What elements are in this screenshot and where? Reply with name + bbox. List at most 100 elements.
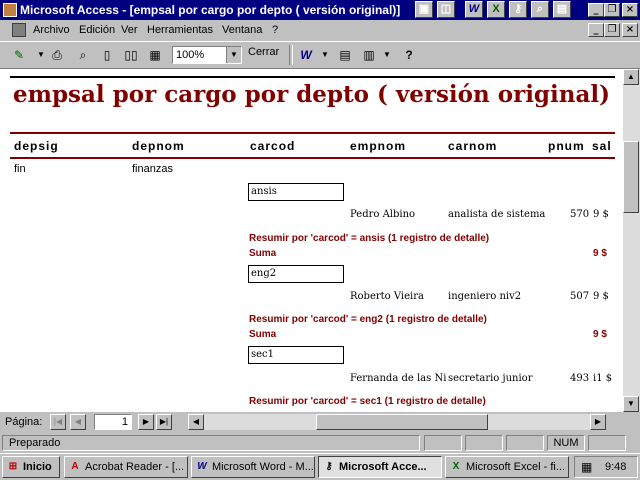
doc-close-button[interactable]: × — [622, 23, 638, 37]
detail-carnom: ingeniero niv2 — [448, 291, 522, 302]
group-summary: Resumir por 'carcod' = sec1 (1 registro … — [249, 396, 486, 407]
status-panel — [465, 435, 503, 451]
column-header-sal: sal — [592, 139, 612, 153]
restore-button[interactable]: ❐ — [604, 3, 620, 17]
find-shortcut-icon[interactable]: ⌕ — [531, 1, 549, 18]
excel-shortcut-icon[interactable]: X — [487, 1, 505, 18]
prev-page-icon[interactable]: ◀ — [70, 414, 86, 430]
task-label: Microsoft Acce... — [339, 461, 427, 473]
scroll-down-icon[interactable]: ▼ — [623, 396, 639, 412]
office-bar-icon[interactable]: ▣ — [415, 1, 433, 18]
task-acrobat[interactable]: A Acrobat Reader - [... — [64, 456, 188, 478]
header-rule-bottom — [10, 157, 615, 159]
clock[interactable]: 9:48 — [605, 461, 626, 473]
detail-sal: 9 $ — [593, 209, 609, 220]
key-icon: ⚷ — [325, 461, 333, 472]
task-label: Microsoft Word - M... — [212, 461, 314, 473]
sum-value: 9 $ — [593, 248, 607, 259]
menu-bar: Archivo Edición Ver Herramientas Ventana… — [0, 20, 640, 40]
record-navigation-bar: Página: |◀ ◀ 1 ▶ ▶| ◀ ▶ — [0, 412, 623, 432]
minimize-button[interactable]: _ — [588, 3, 604, 17]
first-page-icon[interactable]: |◀ — [50, 414, 66, 430]
windows-logo-icon: ⊞ — [8, 461, 18, 472]
detail-empnom: Roberto Vieira — [350, 291, 424, 302]
title-rule — [10, 76, 615, 78]
horizontal-scrollbar[interactable] — [204, 414, 590, 430]
detail-carnom: analista de sistema — [448, 209, 546, 220]
column-header-depsig: depsig — [14, 139, 59, 153]
sum-value: 9 $ — [593, 329, 607, 340]
last-page-icon[interactable]: ▶| — [156, 414, 172, 430]
chevron-down-icon[interactable]: ▼ — [226, 47, 241, 63]
menu-archivo[interactable]: Archivo — [33, 24, 70, 36]
scroll-thumb[interactable] — [623, 141, 639, 213]
vertical-scrollbar[interactable]: ▲ ▼ — [623, 69, 640, 412]
acrobat-icon: A — [71, 461, 79, 472]
zoom-icon[interactable]: ⌕ — [72, 45, 94, 65]
status-text: Preparado — [2, 435, 420, 451]
document-icon[interactable] — [12, 23, 26, 37]
next-page-icon[interactable]: ▶ — [138, 414, 154, 430]
report-title: empsal por cargo por depto ( versión ori… — [13, 81, 610, 108]
zoom-select[interactable]: 100% ▼ — [172, 46, 242, 64]
close-button[interactable]: × — [622, 3, 638, 17]
scroll-right-icon[interactable]: ▶ — [590, 414, 606, 430]
close-preview-button[interactable]: Cerrar — [248, 46, 279, 58]
detail-carnom: secretario junior — [448, 373, 533, 384]
dept-depnom: finanzas — [132, 163, 173, 175]
scroll-corner — [623, 412, 640, 432]
menu-edicion[interactable]: Edición — [79, 24, 115, 36]
sum-label: Suma — [249, 329, 277, 340]
menu-ventana[interactable]: Ventana — [222, 24, 262, 36]
dept-depsig: fin — [14, 163, 26, 175]
word-shortcut-icon[interactable]: W — [465, 1, 483, 18]
task-word[interactable]: W Microsoft Word - M... — [191, 456, 315, 478]
scroll-up-icon[interactable]: ▲ — [623, 69, 639, 85]
status-bar: Preparado NUM — [0, 433, 640, 453]
help-icon[interactable]: ? — [398, 45, 420, 65]
design-view-icon[interactable]: ✎ — [8, 45, 30, 65]
page-number-input[interactable]: 1 — [94, 414, 132, 430]
task-label: Acrobat Reader - [... — [85, 461, 185, 473]
access-app-icon[interactable] — [3, 3, 17, 17]
group-summary: Resumir por 'carcod' = ansis (1 registro… — [249, 233, 490, 244]
group-carcod: eng2 — [248, 265, 344, 283]
key-shortcut-icon[interactable]: ⚷ — [509, 1, 527, 18]
detail-pnum: 507 — [570, 291, 590, 302]
word-icon: W — [197, 461, 207, 472]
sum-label: Suma — [249, 248, 277, 259]
doc-minimize-button[interactable]: _ — [588, 23, 604, 37]
task-access[interactable]: ⚷ Microsoft Acce... — [318, 456, 442, 478]
excel-icon: X — [452, 461, 460, 472]
database-window-icon[interactable]: ▤ — [334, 45, 356, 65]
toolbar: ✎ ▼ ⎙ ⌕ ▯ ▯▯ ▦ 100% ▼ Cerrar W ▼ ▤ ▥ ▼ ? — [0, 41, 640, 69]
toolbar-separator — [289, 45, 293, 65]
status-panel — [506, 435, 544, 451]
report-preview: empsal por cargo por depto ( versión ori… — [0, 69, 623, 412]
group-summary: Resumir por 'carcod' = eng2 (1 registro … — [249, 314, 487, 325]
menu-help[interactable]: ? — [272, 24, 278, 36]
column-header-pnum: pnum — [548, 139, 585, 153]
hscroll-thumb[interactable] — [316, 414, 488, 430]
menu-herramientas[interactable]: Herramientas — [147, 24, 213, 36]
office-shortcut-icon[interactable]: ◫ — [437, 1, 455, 18]
schedule-icon[interactable]: ▦ — [581, 460, 592, 474]
start-button[interactable]: ⊞ Inicio — [2, 456, 60, 478]
one-page-icon[interactable]: ▯ — [96, 45, 118, 65]
new-object-dropdown-icon[interactable]: ▼ — [376, 45, 398, 65]
schedule-shortcut-icon[interactable]: ▤ — [553, 1, 571, 18]
column-header-carnom: carnom — [448, 139, 498, 153]
office-links-dropdown-icon[interactable]: ▼ — [314, 45, 336, 65]
doc-restore-button[interactable]: ❐ — [604, 23, 620, 37]
detail-pnum: 493 — [570, 373, 590, 384]
task-excel[interactable]: X Microsoft Excel - fi... — [445, 456, 569, 478]
task-label: Microsoft Excel - fi... — [466, 461, 566, 473]
multiple-pages-icon[interactable]: ▦ — [144, 45, 166, 65]
detail-empnom: Fernanda de las Ni — [350, 373, 447, 384]
menu-ver[interactable]: Ver — [121, 24, 138, 36]
scroll-left-icon[interactable]: ◀ — [188, 414, 204, 430]
title-bar: Microsoft Access - [empsal por cargo por… — [0, 0, 640, 20]
two-pages-icon[interactable]: ▯▯ — [120, 45, 142, 65]
print-icon[interactable]: ⎙ — [46, 45, 68, 65]
header-rule-top — [10, 132, 615, 134]
